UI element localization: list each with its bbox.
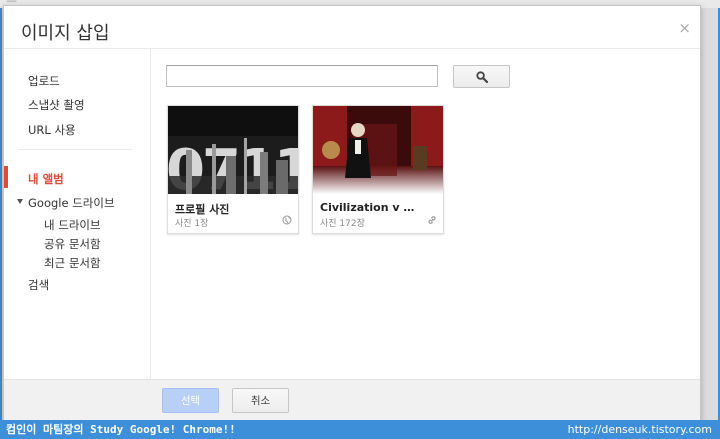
sidebar-item-shared[interactable]: 공유 문서함 xyxy=(44,236,101,252)
album-card-profile[interactable]: 0711 프로필 사진 사진 1장 xyxy=(167,105,299,234)
search-input[interactable] xyxy=(166,65,438,87)
watermark-left-text: 컴인이 마팀장의 Study Google! Chrome!! xyxy=(6,423,236,436)
dialog-title: 이미지 삽입 xyxy=(21,23,110,44)
sidebar-item-my-albums[interactable]: 내 앨범 xyxy=(28,171,64,187)
album-thumbnail: 0711 xyxy=(168,106,298,194)
sidebar-item-url[interactable]: URL 사용 xyxy=(28,122,76,138)
globe-icon xyxy=(282,215,292,225)
close-icon[interactable]: × xyxy=(678,19,691,37)
sidebar-divider xyxy=(18,149,132,150)
watermark-bar: 컴인이 마팀장의 Study Google! Chrome!! http://d… xyxy=(0,420,720,439)
album-name: Civilization v Ame... xyxy=(320,201,416,214)
select-button[interactable]: 선택 xyxy=(162,388,219,413)
sidebar-item-snapshot[interactable]: 스냅샷 촬영 xyxy=(28,97,85,113)
active-indicator xyxy=(4,166,8,188)
link-icon xyxy=(428,216,436,224)
sidebar-item-recent[interactable]: 최근 문서함 xyxy=(44,255,101,271)
insert-image-dialog: 이미지 삽입 × 업로드 스냅샷 촬영 URL 사용 내 앨범 Google 드… xyxy=(3,5,701,421)
watermark-url: http://denseuk.tistory.com xyxy=(567,423,712,436)
sidebar-item-google-drive[interactable]: Google 드라이브 xyxy=(28,195,115,211)
sidebar-item-my-drive[interactable]: 내 드라이브 xyxy=(44,217,101,233)
sidebar: 업로드 스냅샷 촬영 URL 사용 내 앨범 Google 드라이브 내 드라이… xyxy=(4,49,151,379)
album-name: 프로필 사진 xyxy=(175,203,230,216)
sidebar-item-upload[interactable]: 업로드 xyxy=(28,73,60,89)
expand-triangle-icon[interactable] xyxy=(17,199,23,204)
album-photo-count: 사진 1장 xyxy=(175,219,209,229)
dialog-footer xyxy=(4,379,700,420)
album-thumbnail xyxy=(313,106,443,194)
album-photo-count: 사진 172장 xyxy=(320,219,365,229)
album-card-civilization[interactable]: Civilization v Ame... 사진 172장 xyxy=(312,105,444,234)
sidebar-item-search[interactable]: 검색 xyxy=(28,277,49,293)
search-icon xyxy=(476,71,488,83)
search-button[interactable] xyxy=(453,65,510,88)
cancel-button[interactable]: 취소 xyxy=(232,388,289,413)
